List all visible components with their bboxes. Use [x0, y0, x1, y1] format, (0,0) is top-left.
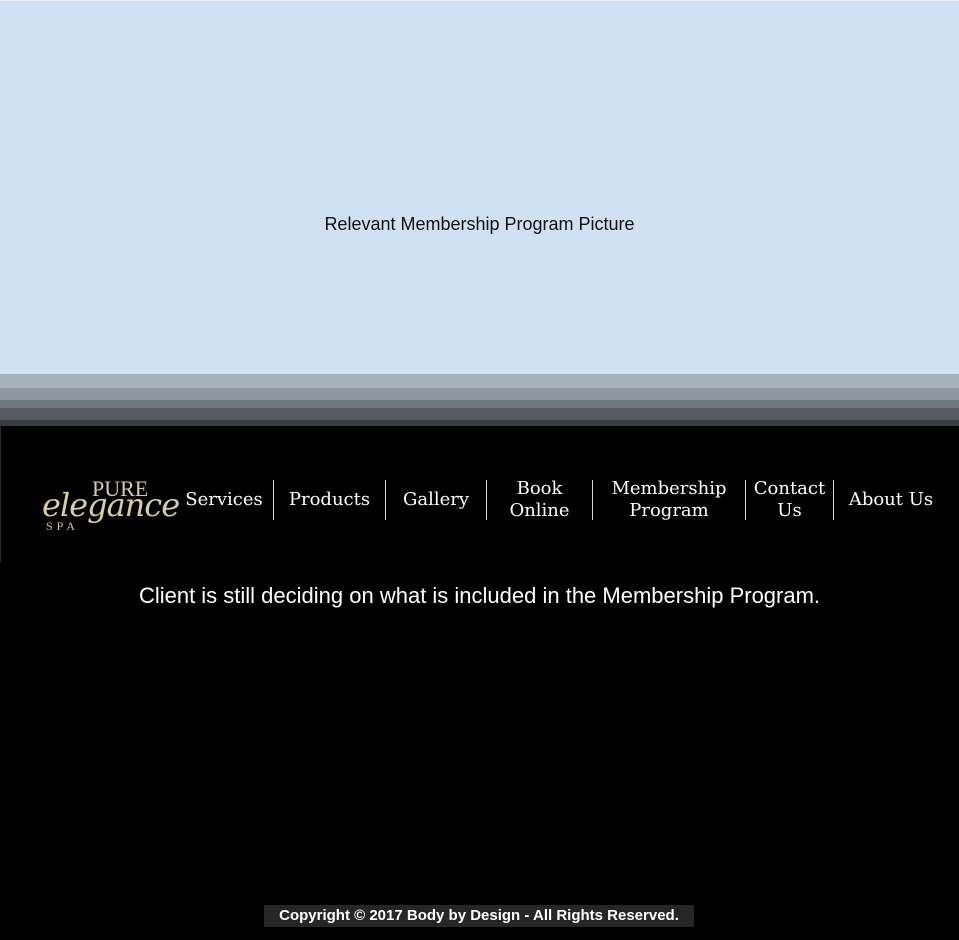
- nav-membership-line1: Membership: [611, 478, 727, 499]
- nav-book-online-line1: Book: [516, 478, 563, 499]
- nav-products[interactable]: Products: [274, 489, 385, 511]
- nav-contact-us[interactable]: Contact Us: [746, 478, 833, 522]
- main-nav: Services Products Gallery Book Online Me…: [175, 478, 948, 522]
- nav-gallery[interactable]: Gallery: [386, 489, 486, 511]
- nav-membership-line2: Program: [629, 500, 709, 521]
- logo-text-spa: SPA: [46, 519, 79, 533]
- nav-about-us[interactable]: About Us: [834, 489, 948, 511]
- divider-band: [0, 388, 959, 400]
- divider-band: [0, 408, 959, 420]
- frame-edge: [0, 426, 1, 562]
- divider-band: [0, 420, 959, 426]
- divider-band: [0, 374, 959, 388]
- divider-band: [0, 400, 959, 408]
- nav-services[interactable]: Services: [175, 489, 273, 511]
- hero-image-placeholder: Relevant Membership Program Picture: [0, 0, 959, 374]
- nav-contact-line2: Us: [777, 500, 802, 521]
- nav-book-online-line2: Online: [509, 500, 570, 521]
- pure-elegance-spa-logo[interactable]: PURE elegance SPA: [40, 472, 180, 544]
- copyright-text: Copyright © 2017 Body by Design - All Ri…: [264, 905, 694, 927]
- nav-book-online[interactable]: Book Online: [487, 478, 592, 522]
- nav-membership-program[interactable]: Membership Program: [593, 478, 745, 522]
- nav-contact-line1: Contact: [753, 478, 826, 499]
- membership-notice: Client is still deciding on what is incl…: [138, 583, 821, 608]
- hero-caption: Relevant Membership Program Picture: [324, 214, 635, 234]
